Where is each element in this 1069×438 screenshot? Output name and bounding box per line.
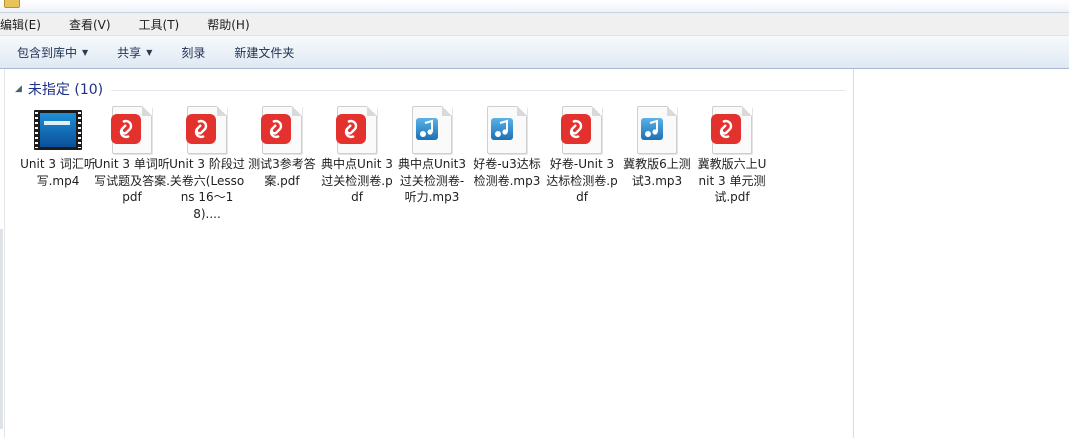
file-item[interactable]: Unit 3 词汇听写.mp4	[20, 106, 96, 189]
file-name: Unit 3 阶段过关卷六(Lessons 16～18)....	[169, 157, 245, 221]
collapse-arrow-icon[interactable]: ◢	[15, 84, 22, 94]
group-header[interactable]: ◢ 未指定 (10)	[15, 80, 845, 98]
file-name: 典中点Unit 3 过关检测卷.pdf	[321, 157, 393, 204]
file-item[interactable]: 冀教版六上Unit 3 单元测试.pdf	[694, 106, 770, 206]
pdf-file-icon	[186, 106, 227, 154]
preview-pane	[853, 69, 1069, 438]
file-name: 测试3参考答案.pdf	[248, 157, 316, 188]
file-item[interactable]: 好卷-Unit 3达标检测卷.pdf	[544, 106, 620, 206]
menu-help[interactable]: 帮助(H)	[201, 16, 257, 33]
group-title: 未指定 (10)	[27, 82, 104, 98]
command-bar: 包含到库中 ▼ 共享 ▼ 刻录 新建文件夹	[0, 36, 1069, 69]
folder-icon	[4, 0, 20, 8]
file-name: Unit 3 单词听写试题及答案.pdf	[94, 157, 170, 204]
group-divider	[111, 89, 845, 91]
pdf-file-icon	[711, 106, 752, 154]
burn-label: 刻录	[181, 45, 206, 60]
audio-file-icon	[487, 106, 527, 154]
file-item[interactable]: 典中点Unit3 过关检测卷-听力.mp3	[394, 106, 470, 206]
file-item[interactable]: Unit 3 单词听写试题及答案.pdf	[94, 106, 170, 206]
file-name: 冀教版6上测试3.mp3	[623, 157, 691, 188]
include-in-library-label: 包含到库中	[17, 45, 78, 60]
audio-file-icon	[412, 106, 452, 154]
file-item[interactable]: 冀教版6上测试3.mp3	[619, 106, 695, 189]
pdf-file-icon	[561, 106, 602, 154]
pdf-file-icon	[336, 106, 377, 154]
scrollbar[interactable]	[0, 229, 3, 429]
audio-file-icon	[637, 106, 677, 154]
menu-bar: 编辑(E) 查看(V) 工具(T) 帮助(H)	[0, 13, 1069, 36]
pdf-file-icon	[261, 106, 302, 154]
video-file-icon	[34, 110, 82, 150]
chevron-down-icon: ▼	[82, 47, 89, 57]
chevron-down-icon: ▼	[146, 47, 153, 57]
file-item[interactable]: 测试3参考答案.pdf	[244, 106, 320, 189]
file-list-view: ◢ 未指定 (10) Unit 3 词汇听写.mp4 Unit 3 单词听写试题…	[5, 69, 852, 438]
include-in-library-button[interactable]: 包含到库中 ▼	[17, 44, 88, 61]
file-name: 典中点Unit3 过关检测卷-听力.mp3	[397, 157, 467, 204]
file-name: 好卷-Unit 3达标检测卷.pdf	[546, 157, 618, 204]
menu-tools[interactable]: 工具(T)	[133, 16, 188, 33]
file-name: Unit 3 词汇听写.mp4	[20, 157, 96, 188]
file-item[interactable]: Unit 3 阶段过关卷六(Lessons 16～18)....	[169, 106, 245, 222]
file-name: 冀教版六上Unit 3 单元测试.pdf	[697, 157, 767, 204]
share-label: 共享	[117, 45, 142, 60]
file-item[interactable]: 好卷-u3达标检测卷.mp3	[469, 106, 545, 189]
menu-view[interactable]: 查看(V)	[63, 16, 119, 33]
pdf-file-icon	[111, 106, 152, 154]
address-strip	[0, 0, 1069, 13]
burn-button[interactable]: 刻录	[181, 44, 205, 61]
new-folder-label: 新建文件夹	[234, 45, 295, 60]
file-item[interactable]: 典中点Unit 3 过关检测卷.pdf	[319, 106, 395, 206]
menu-edit[interactable]: 编辑(E)	[0, 16, 49, 33]
share-button[interactable]: 共享 ▼	[117, 44, 152, 61]
new-folder-button[interactable]: 新建文件夹	[234, 44, 294, 61]
file-name: 好卷-u3达标检测卷.mp3	[473, 157, 541, 188]
